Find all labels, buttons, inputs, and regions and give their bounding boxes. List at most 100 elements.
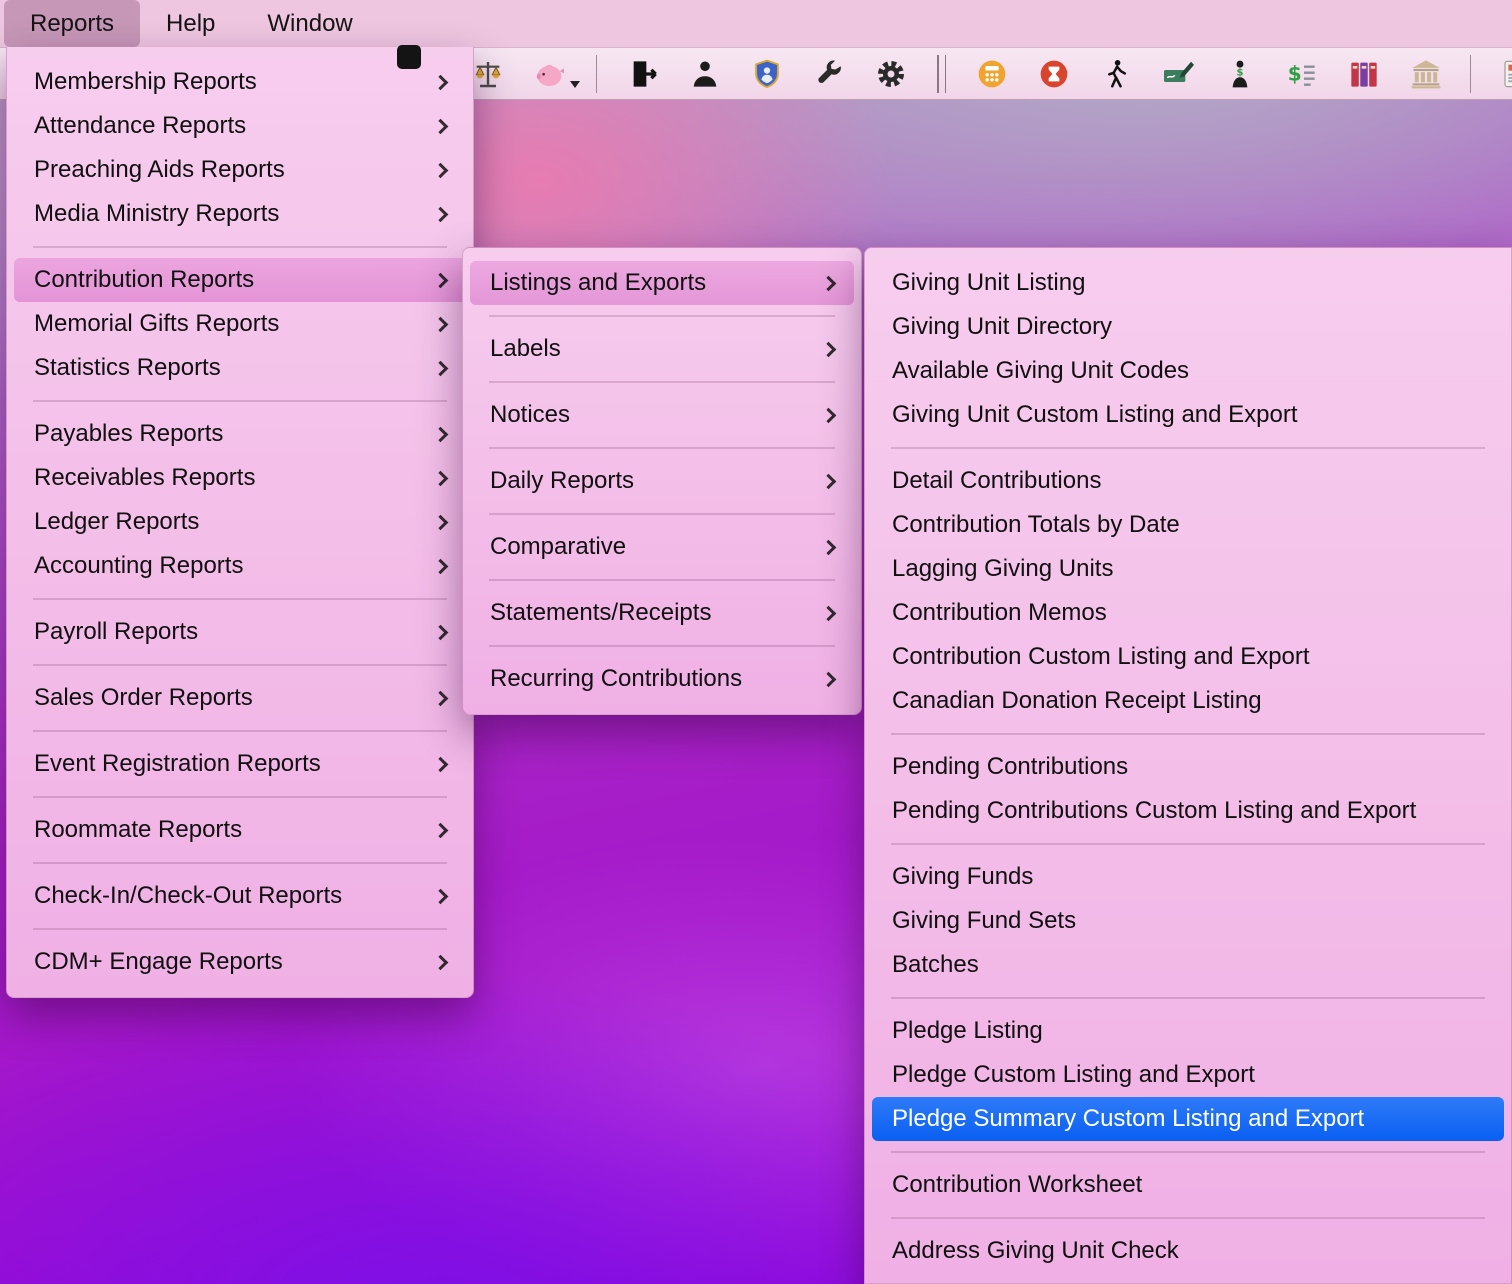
walking-person-icon[interactable] — [1098, 56, 1134, 92]
report-document-icon[interactable] — [1499, 56, 1512, 92]
menu-item-label: Contribution Reports — [34, 266, 427, 294]
menu-item-sales-order-reports[interactable]: Sales Order Reports — [14, 676, 466, 720]
menu-item-notices[interactable]: Notices — [470, 393, 854, 437]
menu-item-label: Preaching Aids Reports — [34, 156, 427, 184]
menu-item-contribution-reports[interactable]: Contribution Reports — [14, 258, 466, 302]
menu-item-payroll-reports[interactable]: Payroll Reports — [14, 610, 466, 654]
menu-item-label: Giving Fund Sets — [892, 907, 1488, 935]
menu-item-listings-and-exports[interactable]: Listings and Exports — [470, 261, 854, 305]
menu-item-daily-reports[interactable]: Daily Reports — [470, 459, 854, 503]
menu-item-pending-contributions-custom-listing-and-export[interactable]: Pending Contributions Custom Listing and… — [872, 789, 1504, 833]
menu-item-payables-reports[interactable]: Payables Reports — [14, 412, 466, 456]
menu-separator — [489, 513, 835, 515]
shield-icon[interactable] — [749, 56, 785, 92]
menu-item-pledge-listing[interactable]: Pledge Listing — [872, 1009, 1504, 1053]
payroll-person-icon[interactable]: $ — [1222, 56, 1258, 92]
person-icon[interactable] — [687, 56, 723, 92]
menu-item-statistics-reports[interactable]: Statistics Reports — [14, 346, 466, 390]
menu-item-pledge-summary-custom-listing-and-export[interactable]: Pledge Summary Custom Listing and Export — [872, 1097, 1504, 1141]
menu-item-recurring-contributions[interactable]: Recurring Contributions — [470, 657, 854, 701]
reports-menu: Membership ReportsAttendance ReportsPrea… — [6, 47, 474, 998]
menu-item-ledger-reports[interactable]: Ledger Reports — [14, 500, 466, 544]
menu-item-label: Contribution Worksheet — [892, 1171, 1488, 1199]
menu-item-pledge-custom-listing-and-export[interactable]: Pledge Custom Listing and Export — [872, 1053, 1504, 1097]
menu-item-label: Comparative — [490, 533, 815, 561]
menu-separator — [891, 843, 1485, 845]
submenu-chevron-icon — [433, 470, 449, 486]
submenu-chevron-icon — [433, 162, 449, 178]
menu-item-giving-unit-listing[interactable]: Giving Unit Listing — [872, 261, 1504, 305]
check-signature-icon[interactable] — [1160, 56, 1196, 92]
menu-item-label: Payroll Reports — [34, 618, 427, 646]
dropdown-arrow-icon — [570, 81, 580, 88]
menu-item-label: Canadian Donation Receipt Listing — [892, 687, 1488, 715]
menu-item-detail-contributions[interactable]: Detail Contributions — [872, 459, 1504, 503]
menu-item-label: Lagging Giving Units — [892, 555, 1488, 583]
menu-item-label: Giving Unit Custom Listing and Export — [892, 401, 1488, 429]
menu-item-pending-contributions[interactable]: Pending Contributions — [872, 745, 1504, 789]
menu-separator — [489, 645, 835, 647]
menu-item-accounting-reports[interactable]: Accounting Reports — [14, 544, 466, 588]
menu-item-contribution-totals-by-date[interactable]: Contribution Totals by Date — [872, 503, 1504, 547]
menu-item-batches[interactable]: Batches — [872, 943, 1504, 987]
menu-item-available-giving-unit-codes[interactable]: Available Giving Unit Codes — [872, 349, 1504, 393]
menu-item-preaching-aids-reports[interactable]: Preaching Aids Reports — [14, 148, 466, 192]
menu-item-labels[interactable]: Labels — [470, 327, 854, 371]
wrench-icon[interactable] — [811, 56, 847, 92]
menu-item-giving-unit-directory[interactable]: Giving Unit Directory — [872, 305, 1504, 349]
menu-item-contribution-custom-listing-and-export[interactable]: Contribution Custom Listing and Export — [872, 635, 1504, 679]
menu-item-contribution-memos[interactable]: Contribution Memos — [872, 591, 1504, 635]
submenu-chevron-icon — [821, 473, 837, 489]
menu-item-label: Roommate Reports — [34, 816, 427, 844]
hourglass-icon[interactable] — [1036, 56, 1072, 92]
menubar-item-help[interactable]: Help — [140, 0, 241, 47]
menu-separator — [33, 400, 447, 402]
binders-icon[interactable] — [1346, 56, 1382, 92]
menu-item-comparative[interactable]: Comparative — [470, 525, 854, 569]
menu-item-memorial-gifts-reports[interactable]: Memorial Gifts Reports — [14, 302, 466, 346]
menu-item-giving-funds[interactable]: Giving Funds — [872, 855, 1504, 899]
menu-item-receivables-reports[interactable]: Receivables Reports — [14, 456, 466, 500]
exit-door-icon[interactable] — [625, 56, 661, 92]
bank-icon[interactable] — [1408, 56, 1444, 92]
menu-item-label: Sales Order Reports — [34, 684, 427, 712]
menu-item-giving-unit-custom-listing-and-export[interactable]: Giving Unit Custom Listing and Export — [872, 393, 1504, 437]
menu-bar: Reports Help Window — [0, 0, 1512, 47]
menu-separator — [33, 598, 447, 600]
submenu-chevron-icon — [821, 407, 837, 423]
scales-icon[interactable] — [470, 56, 506, 92]
menubar-item-reports[interactable]: Reports — [4, 0, 140, 47]
menu-item-contribution-worksheet[interactable]: Contribution Worksheet — [872, 1163, 1504, 1207]
menu-item-address-giving-unit-check[interactable]: Address Giving Unit Check — [872, 1229, 1504, 1273]
svg-text:$: $ — [1237, 67, 1244, 78]
menu-item-giving-fund-sets[interactable]: Giving Fund Sets — [872, 899, 1504, 943]
menu-item-event-registration-reports[interactable]: Event Registration Reports — [14, 742, 466, 786]
toolbar-separator — [596, 55, 597, 93]
submenu-chevron-icon — [433, 954, 449, 970]
piggy-bank-icon[interactable] — [532, 56, 568, 92]
menubar-item-window[interactable]: Window — [241, 0, 378, 47]
money-list-icon[interactable]: $ — [1284, 56, 1320, 92]
submenu-chevron-icon — [433, 206, 449, 222]
menu-item-label: Pledge Listing — [892, 1017, 1488, 1045]
menu-item-label: Contribution Custom Listing and Export — [892, 643, 1488, 671]
menu-item-lagging-giving-units[interactable]: Lagging Giving Units — [872, 547, 1504, 591]
menubar-item-label: Window — [267, 10, 352, 38]
menu-item-attendance-reports[interactable]: Attendance Reports — [14, 104, 466, 148]
menu-item-statements-receipts[interactable]: Statements/Receipts — [470, 591, 854, 635]
calculator-icon[interactable] — [974, 56, 1010, 92]
svg-text:$: $ — [1288, 61, 1302, 85]
menu-item-label: Contribution Totals by Date — [892, 511, 1488, 539]
submenu-chevron-icon — [433, 888, 449, 904]
submenu-chevron-icon — [433, 690, 449, 706]
desktop: $ $ Reports Help Window Membership Report… — [0, 0, 1512, 1284]
submenu-chevron-icon — [433, 118, 449, 134]
menu-item-canadian-donation-receipt-listing[interactable]: Canadian Donation Receipt Listing — [872, 679, 1504, 723]
menu-item-cdm-engage-reports[interactable]: CDM+ Engage Reports — [14, 940, 466, 984]
menu-item-roommate-reports[interactable]: Roommate Reports — [14, 808, 466, 852]
gear-icon[interactable] — [873, 56, 909, 92]
menu-item-check-in-check-out-reports[interactable]: Check-In/Check-Out Reports — [14, 874, 466, 918]
menu-item-label: Listings and Exports — [490, 269, 815, 297]
submenu-chevron-icon — [821, 605, 837, 621]
menu-item-media-ministry-reports[interactable]: Media Ministry Reports — [14, 192, 466, 236]
